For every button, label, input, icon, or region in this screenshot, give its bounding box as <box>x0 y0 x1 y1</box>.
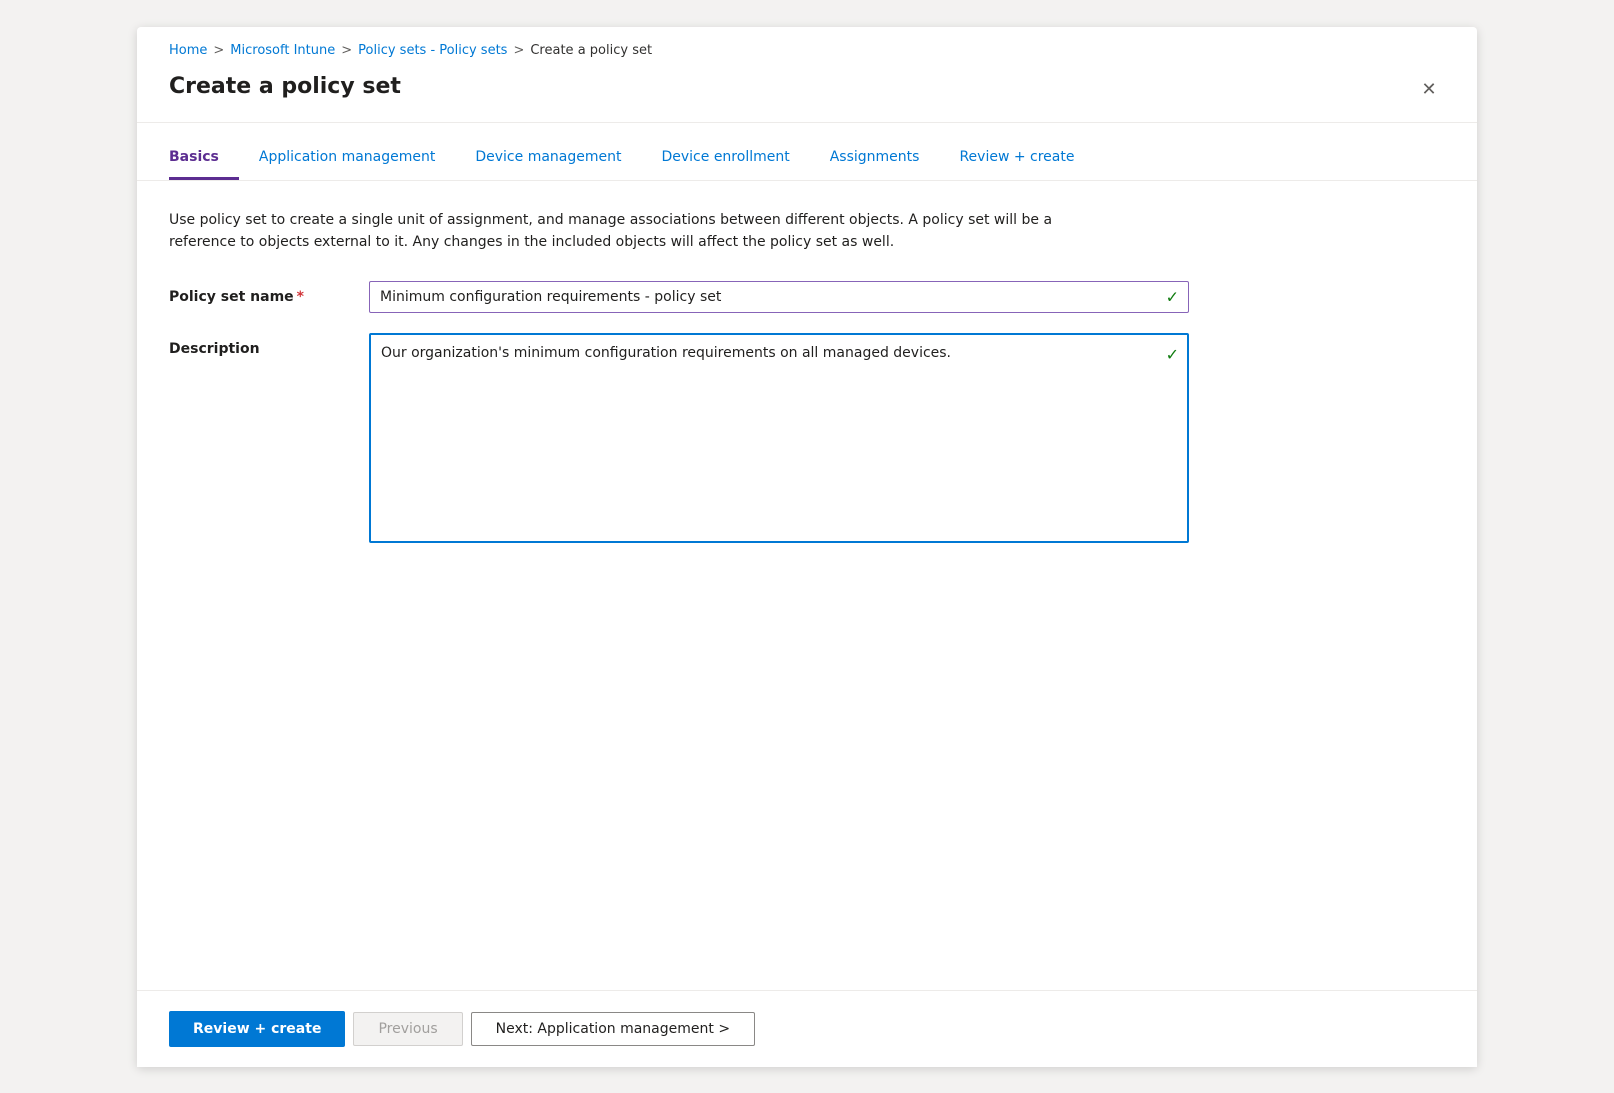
policy-set-name-row: Policy set name* ✓ <box>169 281 1445 313</box>
next-button[interactable]: Next: Application management > <box>471 1012 755 1046</box>
previous-button: Previous <box>353 1012 462 1046</box>
policy-set-name-label: Policy set name* <box>169 281 369 305</box>
close-button[interactable]: ✕ <box>1413 74 1445 106</box>
breadcrumb-intune[interactable]: Microsoft Intune <box>230 43 335 58</box>
tab-basics[interactable]: Basics <box>169 139 239 180</box>
policy-set-name-field-wrapper: ✓ <box>369 281 1189 313</box>
tab-application-management[interactable]: Application management <box>239 139 455 180</box>
panel-footer: Review + create Previous Next: Applicati… <box>137 990 1477 1067</box>
description-label: Description <box>169 333 369 357</box>
policy-set-name-check-icon: ✓ <box>1166 288 1179 307</box>
breadcrumb-home[interactable]: Home <box>169 43 207 58</box>
breadcrumb-sep-1: > <box>213 43 224 58</box>
tab-device-enrollment[interactable]: Device enrollment <box>641 139 809 180</box>
policy-set-name-input[interactable] <box>369 281 1189 313</box>
breadcrumb-sep-2: > <box>341 43 352 58</box>
review-create-button[interactable]: Review + create <box>169 1011 345 1047</box>
page-title: Create a policy set <box>169 74 401 99</box>
tab-device-management[interactable]: Device management <box>455 139 641 180</box>
tab-review-create[interactable]: Review + create <box>939 139 1094 180</box>
panel-header: Create a policy set ✕ <box>137 66 1477 123</box>
required-star: * <box>297 289 304 305</box>
description-row: Description ✓ <box>169 333 1445 547</box>
tab-nav: Basics Application management Device man… <box>137 139 1477 181</box>
tab-assignments[interactable]: Assignments <box>810 139 940 180</box>
panel-content: Use policy set to create a single unit o… <box>137 181 1477 990</box>
breadcrumb-policy-sets[interactable]: Policy sets - Policy sets <box>358 43 507 58</box>
description-check-icon: ✓ <box>1166 345 1179 364</box>
description-input[interactable] <box>369 333 1189 543</box>
breadcrumb-sep-3: > <box>513 43 524 58</box>
description-field-wrapper: ✓ <box>369 333 1189 547</box>
create-policy-set-panel: Home > Microsoft Intune > Policy sets - … <box>137 27 1477 1067</box>
breadcrumb: Home > Microsoft Intune > Policy sets - … <box>137 27 1477 66</box>
intro-description: Use policy set to create a single unit o… <box>169 209 1069 254</box>
breadcrumb-current: Create a policy set <box>530 43 652 58</box>
